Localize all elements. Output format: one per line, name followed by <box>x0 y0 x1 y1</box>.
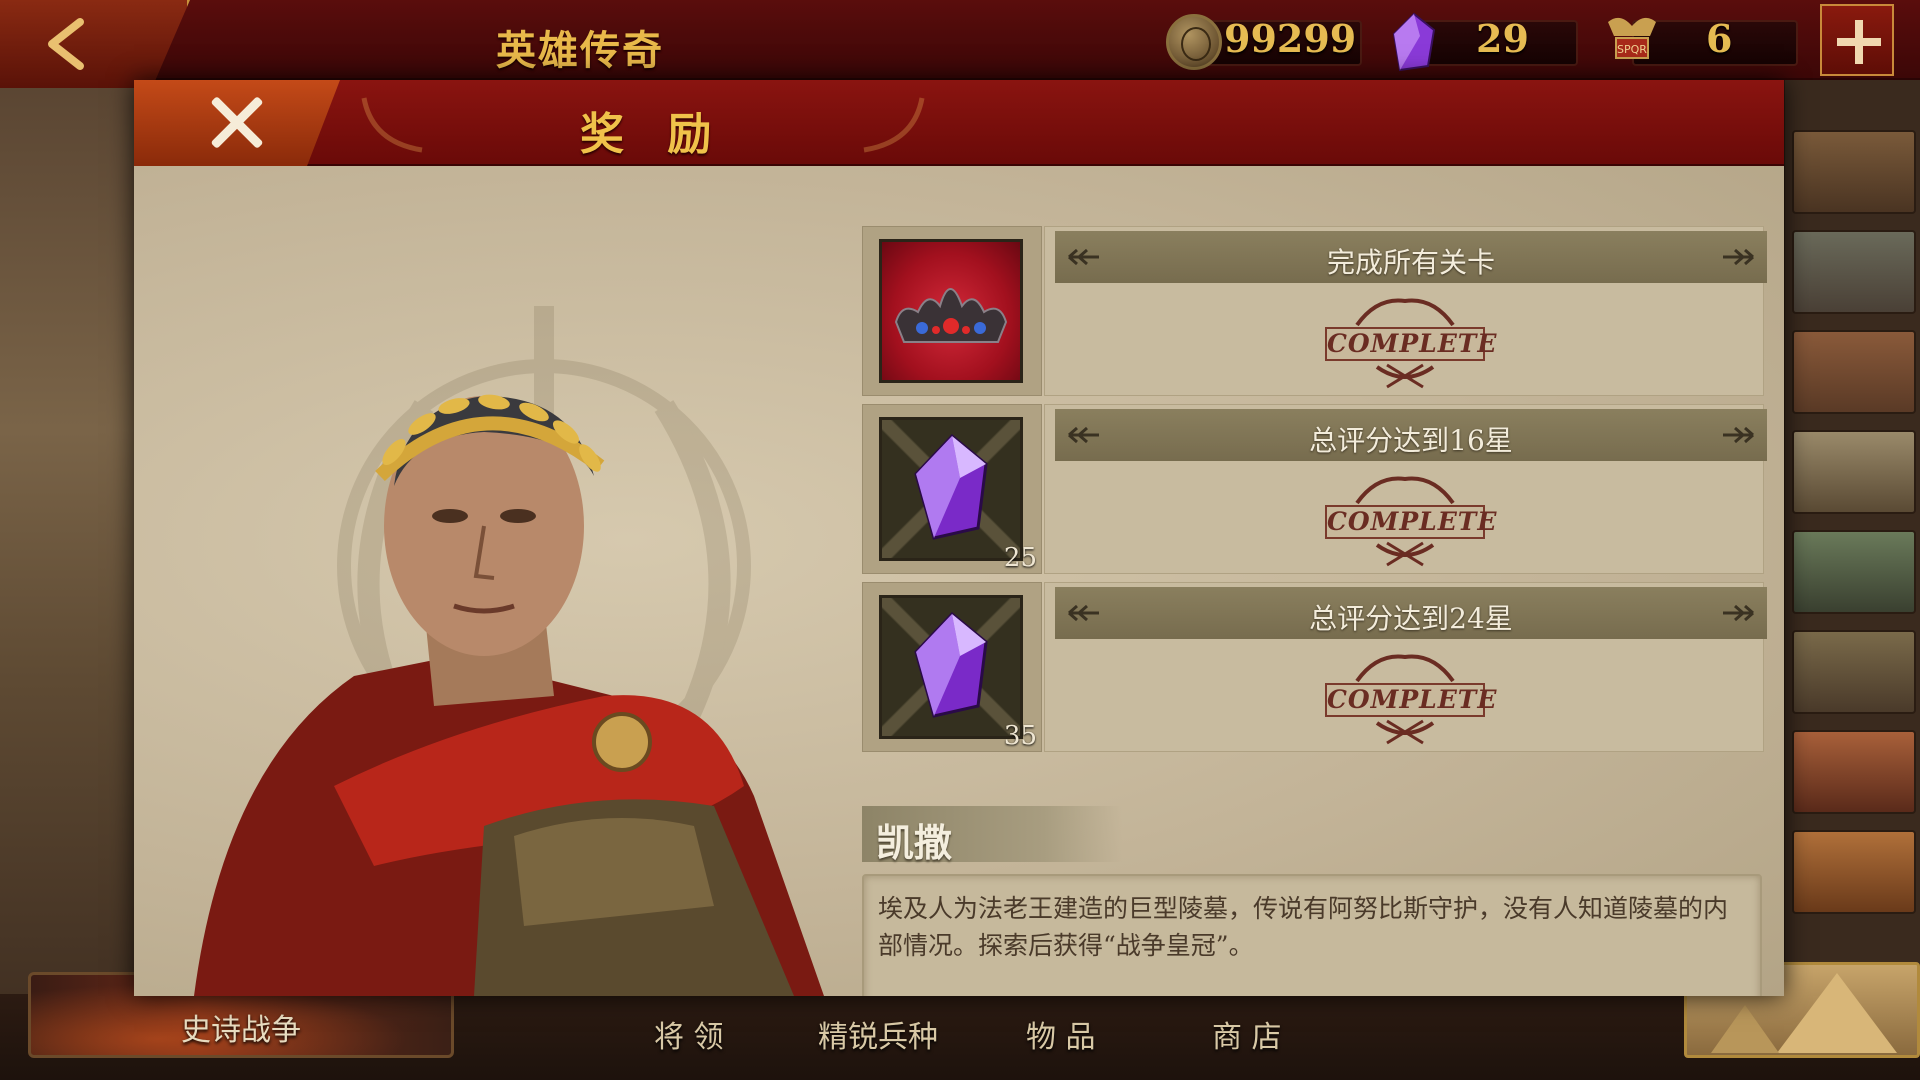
task-panel: 完成所有关卡 COMPLETE <box>1044 226 1767 396</box>
complete-stamp: COMPLETE <box>1317 647 1496 747</box>
arrow-right-deco-icon <box>1723 248 1754 266</box>
hero-portrait <box>194 394 824 996</box>
map-location-tile[interactable] <box>1792 530 1916 614</box>
dialog-header: 奖 励 <box>134 80 1784 166</box>
task-header: 总评分达到16星 <box>1055 409 1767 461</box>
complete-label: COMPLETE <box>1325 683 1496 717</box>
reward-quantity: 35 <box>1003 721 1037 751</box>
reward-item-slot[interactable] <box>862 226 1042 396</box>
purple-gem-icon <box>1392 12 1436 72</box>
purple-gem-icon <box>914 433 988 540</box>
coin-value: 99299 <box>1224 16 1357 61</box>
description-box: 埃及人为法老王建造的巨型陵墓，传说有阿努比斯守护，没有人知道陵墓的内部情况。探索… <box>862 874 1762 996</box>
page-title: 英雄传奇 <box>496 27 664 74</box>
add-resources-button[interactable] <box>1820 4 1894 76</box>
close-button[interactable] <box>134 80 340 166</box>
nav-generals[interactable]: 将 领 <box>654 1012 724 1056</box>
world-map-right <box>1785 80 1920 1080</box>
spqr-value: 6 <box>1706 16 1733 61</box>
complete-stamp: COMPLETE <box>1317 469 1496 569</box>
world-map-left <box>0 80 140 1080</box>
gem-value: 29 <box>1476 16 1529 61</box>
map-location-tile[interactable] <box>1792 230 1916 314</box>
task-label: 总评分达到24星 <box>1309 602 1513 635</box>
map-location-tile[interactable] <box>1792 330 1916 414</box>
back-arrow-icon <box>48 18 84 70</box>
small-pyramid-icon <box>1711 1005 1779 1053</box>
purple-gem-icon <box>914 611 988 718</box>
reward-item-frame <box>879 239 1023 383</box>
epic-war-label: 史诗战争 <box>181 1013 301 1048</box>
dialog-title: 奖 励 <box>580 109 726 160</box>
hero-description: 埃及人为法老王建造的巨型陵墓，传说有阿努比斯守护，没有人知道陵墓的内部情况。探索… <box>878 894 1729 960</box>
reward-quantity: 25 <box>1003 543 1037 573</box>
dialog-body: 完成所有关卡 COMPLETE 25 总评分达到16星 COMPLETE 35 … <box>134 166 1784 996</box>
complete-label: COMPLETE <box>1325 505 1496 539</box>
complete-stamp: COMPLETE <box>1317 291 1496 391</box>
reward-row: 35 总评分达到24星 COMPLETE <box>862 582 1767 752</box>
brooch-icon <box>592 712 652 772</box>
task-panel: 总评分达到24星 COMPLETE <box>1044 582 1767 752</box>
map-location-tile[interactable] <box>1792 830 1916 914</box>
nav-shop[interactable]: 商 店 <box>1212 1012 1282 1056</box>
reward-item-slot[interactable]: 25 <box>862 404 1042 574</box>
top-bar: 英雄传奇 99299 29 SPQR 6 <box>0 0 1920 88</box>
back-button[interactable] <box>0 0 190 88</box>
task-label: 总评分达到16星 <box>1309 424 1513 457</box>
task-label: 完成所有关卡 <box>1326 246 1495 279</box>
nav-items[interactable]: 物 品 <box>1026 1012 1096 1056</box>
map-location-tile[interactable] <box>1792 730 1916 814</box>
task-header: 完成所有关卡 <box>1055 231 1767 283</box>
hero-name-bar: 凯撒 <box>862 806 1122 865</box>
laurel-right-icon <box>863 97 925 153</box>
map-location-tile[interactable] <box>1792 130 1916 214</box>
reward-item-frame <box>879 417 1023 561</box>
svg-text:SPQR: SPQR <box>1617 43 1647 56</box>
reward-row: 25 总评分达到16星 COMPLETE <box>862 404 1767 574</box>
nav-elite-troops[interactable]: 精锐兵种 <box>818 1012 938 1056</box>
reward-item-frame <box>879 595 1023 739</box>
arrow-right-deco-icon <box>1723 604 1754 622</box>
coin-icon <box>1166 14 1222 70</box>
arrow-right-deco-icon <box>1723 426 1754 444</box>
hero-name: 凯撒 <box>876 820 953 865</box>
task-header: 总评分达到24星 <box>1055 587 1767 639</box>
map-location-tile[interactable] <box>1792 430 1916 514</box>
laurel-left-icon <box>361 97 423 153</box>
complete-label: COMPLETE <box>1325 327 1496 361</box>
reward-row: 完成所有关卡 COMPLETE <box>862 226 1767 396</box>
war-crown-icon <box>894 288 1008 343</box>
spqr-eagle-icon: SPQR <box>1608 17 1656 59</box>
reward-item-slot[interactable]: 35 <box>862 582 1042 752</box>
pyramid-icon <box>1777 973 1897 1053</box>
task-panel: 总评分达到16星 COMPLETE <box>1044 404 1767 574</box>
map-location-tile[interactable] <box>1792 630 1916 714</box>
reward-dialog: 奖 励 完成所有关卡 COMPLETE 25 总评分达到16星 COMPLETE… <box>134 80 1784 996</box>
